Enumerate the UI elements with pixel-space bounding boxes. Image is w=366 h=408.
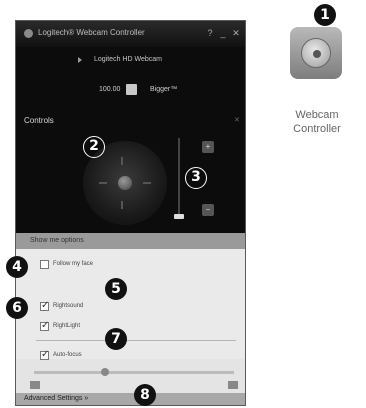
pan-right-icon[interactable] (143, 182, 151, 184)
brightness-low-icon (30, 381, 40, 389)
callout-3: 3 (185, 167, 207, 189)
help-button[interactable]: ? (204, 27, 216, 39)
options-divider (36, 340, 236, 341)
mode-label[interactable]: Bigger™ (150, 86, 177, 93)
webcam-controller-window: Logitech® Webcam Controller ? _ ✕ Logite… (15, 20, 246, 406)
zoom-out-button[interactable]: − (202, 204, 214, 216)
settings-header-label: Show me options (30, 237, 84, 244)
launcher-pad-icon (301, 38, 331, 68)
pan-down-icon[interactable] (121, 201, 123, 209)
focus-slider[interactable] (34, 368, 234, 376)
zoom-slider-track[interactable] (178, 138, 180, 218)
close-button[interactable]: ✕ (230, 27, 242, 39)
options-section: Follow my face Rightsound RightLight Aut… (16, 249, 245, 360)
focus-slider-knob[interactable] (101, 368, 109, 376)
minimize-button[interactable]: _ (217, 27, 229, 39)
rightlight-label: RightLight (53, 323, 81, 329)
callout-1: 1 (314, 4, 336, 26)
zoom-mode-row: 100.00 Bigger™ (16, 83, 245, 99)
camera-selector[interactable]: Logitech HD Webcam (16, 53, 245, 69)
auto-focus-label: Auto-focus (53, 352, 82, 358)
title-bar[interactable]: Logitech® Webcam Controller ? _ ✕ (16, 21, 245, 47)
pan-center-button[interactable] (118, 176, 132, 190)
window-mode-icon[interactable] (126, 84, 137, 95)
advanced-settings-label: Advanced Settings » (24, 395, 89, 402)
settings-panel: Show me options Follow my face Rightsoun… (16, 233, 245, 405)
controls-collapse-icon[interactable]: ✕ (234, 116, 240, 124)
follow-face-label: Follow my face (53, 261, 94, 267)
zoom-value: 100.00 (99, 86, 121, 93)
webcam-controller-launcher-icon[interactable] (290, 27, 342, 79)
pan-up-icon[interactable] (121, 157, 123, 165)
callout-7: 7 (105, 328, 127, 350)
callout-2: 2 (83, 136, 105, 158)
zoom-slider-handle[interactable] (174, 214, 184, 219)
bottom-icons-row (16, 381, 245, 391)
callout-6: 6 (6, 297, 28, 319)
rightsound-checkbox[interactable] (40, 300, 49, 311)
window-title: Logitech® Webcam Controller (38, 28, 145, 37)
rightsound-label: Rightsound (53, 303, 84, 309)
advanced-settings-link[interactable]: Advanced Settings » (16, 393, 245, 405)
rightlight-checkbox[interactable] (40, 320, 49, 331)
launcher-label: Webcam Controller (293, 109, 341, 135)
callout-4: 4 (6, 256, 28, 278)
zoom-in-button[interactable]: + (202, 141, 214, 153)
callout-8: 8 (134, 384, 156, 406)
camera-name: Logitech HD Webcam (94, 56, 162, 63)
app-logo-icon (24, 29, 33, 38)
launcher-dot-icon (313, 50, 321, 58)
pan-left-icon[interactable] (99, 182, 107, 184)
controls-title: Controls (24, 116, 54, 125)
brightness-high-icon (228, 381, 238, 389)
camera-dropdown-arrow-icon[interactable] (78, 57, 82, 63)
callout-5: 5 (105, 278, 127, 300)
follow-face-checkbox[interactable] (40, 260, 49, 269)
auto-focus-checkbox[interactable] (40, 349, 49, 360)
settings-header[interactable]: Show me options (16, 233, 245, 249)
